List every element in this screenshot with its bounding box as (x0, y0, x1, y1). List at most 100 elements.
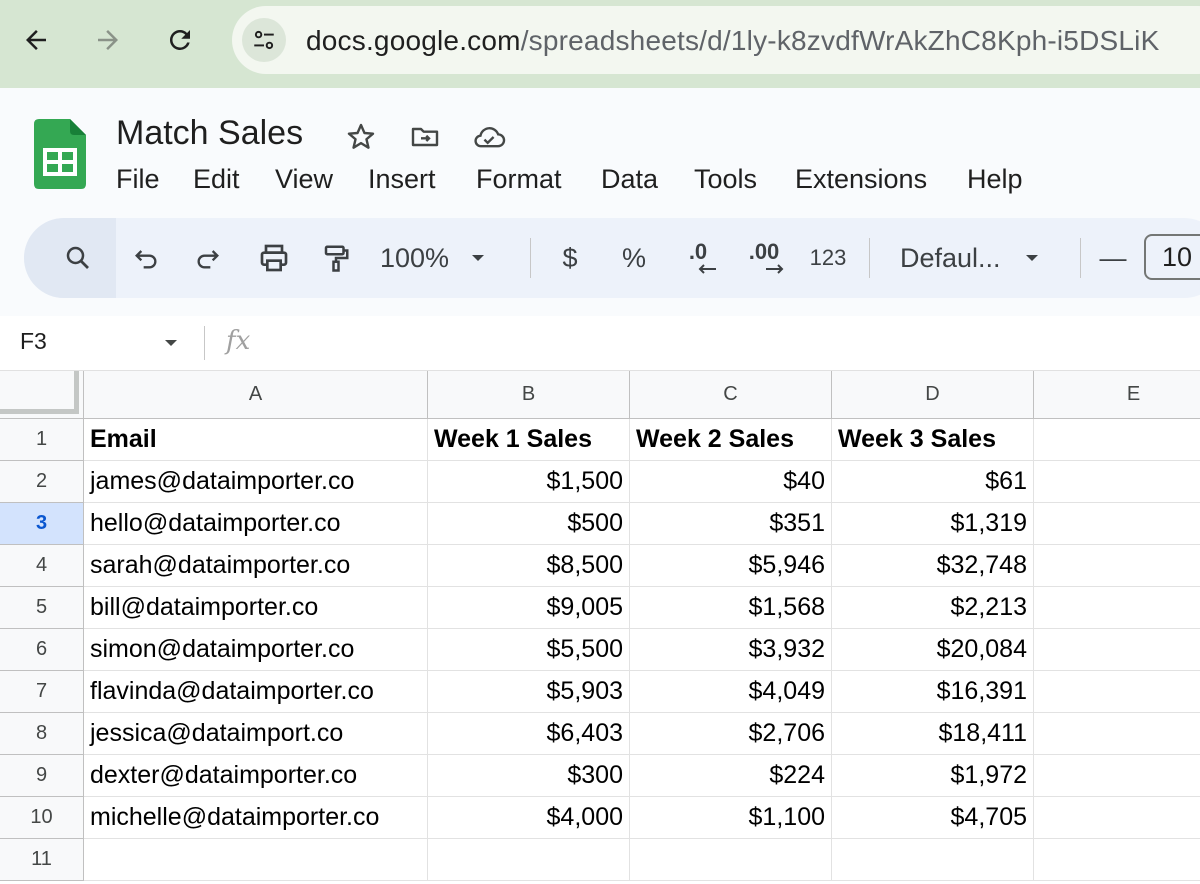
cell-d10[interactable]: $4,705 (832, 797, 1034, 839)
row-header[interactable]: 10 (0, 797, 84, 839)
move-button[interactable] (408, 120, 442, 154)
row-header[interactable]: 8 (0, 713, 84, 755)
cell-e1[interactable] (1034, 419, 1200, 461)
star-button[interactable] (344, 120, 378, 154)
cell-c11[interactable] (630, 839, 832, 881)
cell-e8[interactable] (1034, 713, 1200, 755)
cell-d3[interactable]: $1,319 (832, 503, 1034, 545)
cell-b7[interactable]: $5,903 (428, 671, 630, 713)
back-button[interactable] (16, 20, 56, 60)
cell-c7[interactable]: $4,049 (630, 671, 832, 713)
decrease-font-size-button[interactable]: — (1098, 218, 1128, 298)
column-header-b[interactable]: B (428, 371, 630, 419)
cell-b4[interactable]: $8,500 (428, 545, 630, 587)
cell-a5[interactable]: bill@dataimporter.co (84, 587, 428, 629)
cell-a2[interactable]: james@dataimporter.co (84, 461, 428, 503)
cell-e10[interactable] (1034, 797, 1200, 839)
cell-d5[interactable]: $2,213 (832, 587, 1034, 629)
cell-c2[interactable]: $40 (630, 461, 832, 503)
cell-a4[interactable]: sarah@dataimporter.co (84, 545, 428, 587)
cell-a10[interactable]: michelle@dataimporter.co (84, 797, 428, 839)
cell-e2[interactable] (1034, 461, 1200, 503)
cell-c6[interactable]: $3,932 (630, 629, 832, 671)
reload-button[interactable] (160, 20, 200, 60)
cell-d9[interactable]: $1,972 (832, 755, 1034, 797)
redo-button[interactable] (184, 218, 232, 298)
name-box-dropdown-icon[interactable] (162, 334, 180, 352)
cell-d1[interactable]: Week 3 Sales (832, 419, 1034, 461)
document-title[interactable]: Match Sales (116, 114, 303, 153)
address-bar[interactable]: docs.google.com/spreadsheets/d/1ly-k8zvd… (232, 6, 1200, 74)
decrease-decimal-button[interactable]: .0 (676, 218, 720, 298)
cell-e6[interactable] (1034, 629, 1200, 671)
menu-edit[interactable]: Edit (193, 164, 240, 195)
font-select[interactable]: Defaul... (900, 218, 1060, 298)
menu-data[interactable]: Data (601, 164, 658, 195)
cell-b2[interactable]: $1,500 (428, 461, 630, 503)
cell-d4[interactable]: $32,748 (832, 545, 1034, 587)
cell-a1[interactable]: Email (84, 419, 428, 461)
cell-d7[interactable]: $16,391 (832, 671, 1034, 713)
cell-e7[interactable] (1034, 671, 1200, 713)
column-header-d[interactable]: D (832, 371, 1034, 419)
percent-format-button[interactable]: % (618, 218, 650, 298)
row-header[interactable]: 3 (0, 503, 84, 545)
cell-e11[interactable] (1034, 839, 1200, 881)
row-header[interactable]: 7 (0, 671, 84, 713)
cell-b11[interactable] (428, 839, 630, 881)
row-header[interactable]: 1 (0, 419, 84, 461)
cell-c3[interactable]: $351 (630, 503, 832, 545)
name-box[interactable]: F3 (20, 328, 47, 355)
site-info-button[interactable] (242, 18, 286, 62)
row-header[interactable]: 11 (0, 839, 84, 881)
menu-extensions[interactable]: Extensions (795, 164, 927, 195)
cell-e5[interactable] (1034, 587, 1200, 629)
cell-b10[interactable]: $4,000 (428, 797, 630, 839)
row-header[interactable]: 2 (0, 461, 84, 503)
cell-a11[interactable] (84, 839, 428, 881)
cell-b5[interactable]: $9,005 (428, 587, 630, 629)
cell-b8[interactable]: $6,403 (428, 713, 630, 755)
row-header[interactable]: 4 (0, 545, 84, 587)
cell-c8[interactable]: $2,706 (630, 713, 832, 755)
cell-d11[interactable] (832, 839, 1034, 881)
cell-e9[interactable] (1034, 755, 1200, 797)
cell-b1[interactable]: Week 1 Sales (428, 419, 630, 461)
menu-format[interactable]: Format (476, 164, 562, 195)
font-size-input[interactable]: 10 (1144, 234, 1200, 280)
formula-input[interactable] (276, 326, 1176, 360)
menu-insert[interactable]: Insert (368, 164, 436, 195)
row-header[interactable]: 6 (0, 629, 84, 671)
forward-button[interactable] (88, 20, 128, 60)
cloud-status-button[interactable] (472, 120, 506, 154)
column-header-c[interactable]: C (630, 371, 832, 419)
cell-a8[interactable]: jessica@dataimport.co (84, 713, 428, 755)
menu-file[interactable]: File (116, 164, 160, 195)
more-formats-button[interactable]: 123 (806, 218, 850, 298)
cell-a6[interactable]: simon@dataimporter.co (84, 629, 428, 671)
cell-b9[interactable]: $300 (428, 755, 630, 797)
select-all-corner[interactable] (0, 371, 84, 419)
cell-a7[interactable]: flavinda@dataimporter.co (84, 671, 428, 713)
cell-e3[interactable] (1034, 503, 1200, 545)
cell-c10[interactable]: $1,100 (630, 797, 832, 839)
paint-format-button[interactable] (312, 218, 360, 298)
sheets-logo-icon[interactable] (34, 119, 86, 189)
column-header-a[interactable]: A (84, 371, 428, 419)
cell-c5[interactable]: $1,568 (630, 587, 832, 629)
currency-format-button[interactable]: $ (554, 218, 586, 298)
cell-c9[interactable]: $224 (630, 755, 832, 797)
row-header[interactable]: 5 (0, 587, 84, 629)
cell-d8[interactable]: $18,411 (832, 713, 1034, 755)
cell-c4[interactable]: $5,946 (630, 545, 832, 587)
cell-b6[interactable]: $5,500 (428, 629, 630, 671)
cell-a3[interactable]: hello@dataimporter.co (84, 503, 428, 545)
menu-view[interactable]: View (275, 164, 333, 195)
cell-c1[interactable]: Week 2 Sales (630, 419, 832, 461)
increase-decimal-button[interactable]: .00 (742, 218, 786, 298)
cell-b3[interactable]: $500 (428, 503, 630, 545)
cell-d6[interactable]: $20,084 (832, 629, 1034, 671)
search-menus-button[interactable] (54, 218, 102, 298)
print-button[interactable] (248, 218, 300, 298)
menu-help[interactable]: Help (967, 164, 1023, 195)
